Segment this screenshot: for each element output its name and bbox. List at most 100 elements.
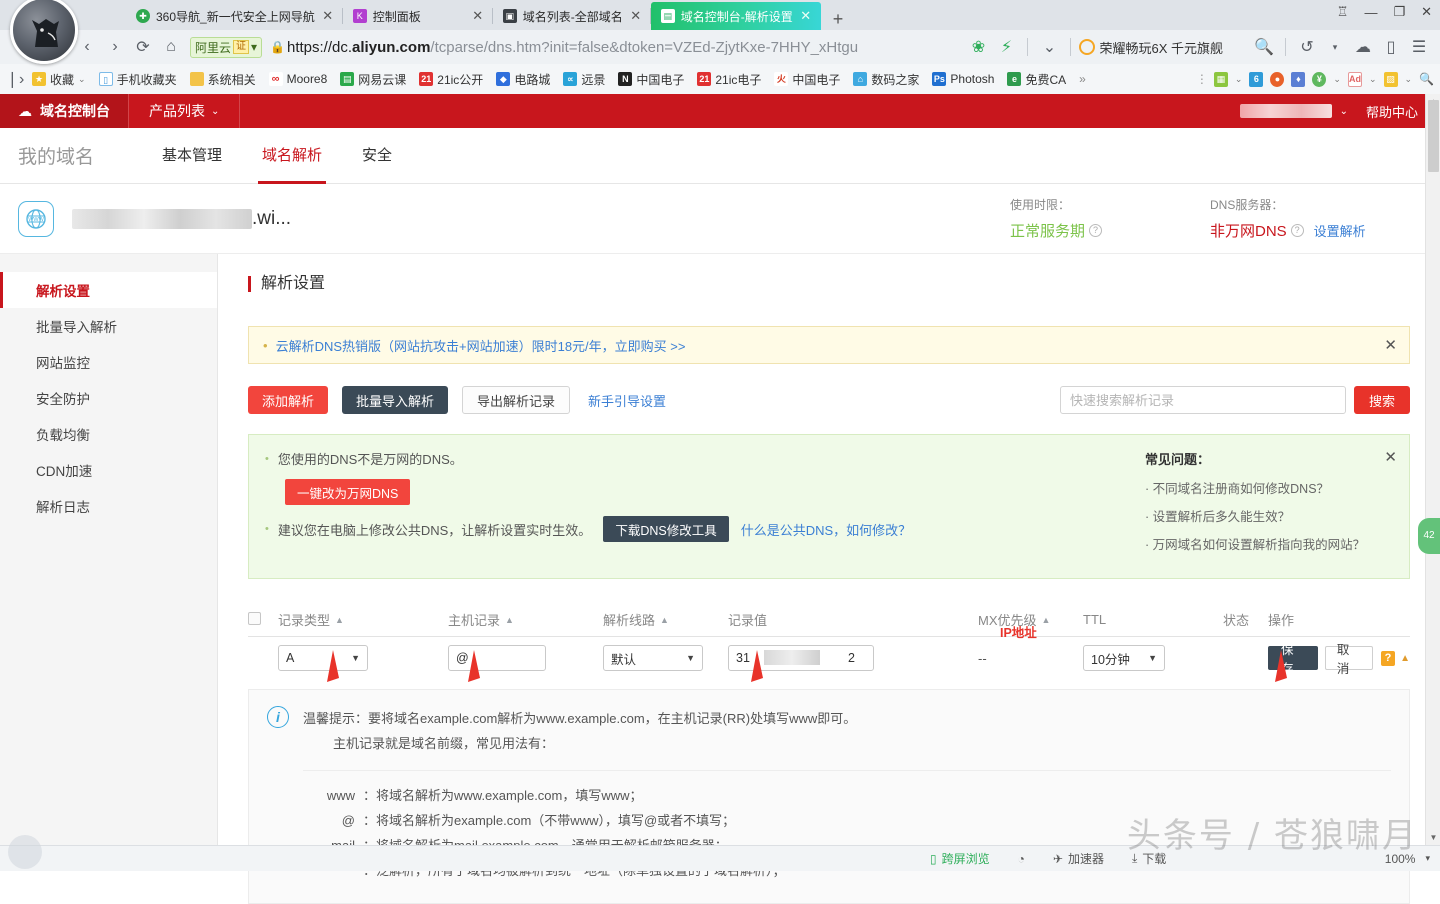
add-record-button[interactable]: 添加解析	[248, 386, 328, 414]
bookmark-item[interactable]: PsPhotosh	[927, 70, 999, 88]
search-input[interactable]	[1060, 386, 1346, 414]
batch-import-button[interactable]: 批量导入解析	[342, 386, 448, 414]
tab-security[interactable]: 安全	[342, 128, 412, 184]
help-badge-icon[interactable]: ?	[1381, 651, 1395, 666]
bookmark-item[interactable]: 火中国电子	[769, 69, 845, 90]
tab-close-icon[interactable]: ✕	[629, 8, 643, 24]
help-icon[interactable]: ?	[1089, 224, 1102, 237]
tab-basic-management[interactable]: 基本管理	[142, 128, 242, 184]
forward-icon[interactable]: ›	[102, 34, 128, 60]
bookmark-item[interactable]: 2121ic公开	[414, 69, 488, 90]
translate-icon[interactable]: ❀	[965, 34, 991, 60]
select-all-checkbox[interactable]	[248, 612, 261, 625]
cancel-button[interactable]: 取消	[1325, 646, 1373, 670]
profile-avatar[interactable]	[10, 0, 78, 64]
th-record-type[interactable]: 记录类型▲	[278, 610, 448, 629]
faq-item[interactable]: · 设置解析后多久能生效？	[1145, 506, 1393, 525]
tab-close-icon[interactable]: ✕	[799, 8, 813, 24]
bookmark-overflow[interactable]: »	[1074, 70, 1091, 88]
export-records-button[interactable]: 导出解析记录	[462, 386, 570, 414]
tab-close-icon[interactable]: ✕	[471, 8, 485, 24]
record-type-select[interactable]: A▼	[278, 645, 368, 671]
home-icon[interactable]: ⌂	[158, 34, 184, 60]
adblock-icon[interactable]: Ad	[1348, 72, 1362, 87]
bookmark-item[interactable]: ∞Moore8	[264, 70, 333, 88]
promo-text[interactable]: 云解析DNS热销版（网站抗攻击+网站加速）限时18元/年，立即购买 >>	[276, 336, 686, 355]
chevron-down-icon[interactable]: ▾	[1322, 34, 1348, 60]
apps-icon[interactable]: ▦	[1214, 72, 1228, 87]
record-value-input[interactable]: 31 2	[728, 645, 874, 671]
close-icon[interactable]: ✕	[1421, 4, 1432, 20]
bookmark-expand-icon[interactable]: ❘›	[6, 66, 24, 92]
what-is-public-dns-link[interactable]: 什么是公共DNS，如何修改？	[741, 520, 911, 539]
sidebar-item-logs[interactable]: 解析日志	[0, 488, 217, 524]
undo-icon[interactable]: ↺	[1294, 34, 1320, 60]
download-dns-tool-button[interactable]: 下载DNS修改工具	[603, 516, 728, 542]
set-resolution-link[interactable]: 设置解析	[1314, 224, 1366, 239]
sidebar-item-load-balance[interactable]: 负载均衡	[0, 416, 217, 452]
shield-ext-icon[interactable]: ¥	[1312, 72, 1326, 87]
search-icon[interactable]: 🔍	[1251, 34, 1277, 60]
cross-screen-browse-button[interactable]: ▯ 跨屏浏览	[930, 850, 990, 867]
help-icon[interactable]: ?	[1291, 224, 1304, 237]
chevron-down-icon[interactable]: ⌄	[1036, 34, 1062, 60]
address-bar[interactable]: https://dc.aliyun.com/tcparse/dns.htm?in…	[287, 39, 963, 56]
mobile-icon[interactable]: ▯	[1378, 34, 1404, 60]
blue-ext-icon[interactable]: 6	[1249, 72, 1263, 87]
product-list-menu[interactable]: 产品列表 ⌄	[128, 94, 240, 128]
search-button[interactable]: 搜索	[1354, 386, 1410, 414]
restore-icon[interactable]: ❐	[1393, 4, 1405, 20]
scrollbar-thumb[interactable]	[1428, 100, 1439, 172]
user-menu[interactable]: ⌄	[1240, 104, 1366, 118]
side-badge[interactable]: 42	[1418, 518, 1440, 554]
chevron-down-icon[interactable]: ⌄	[1369, 74, 1377, 85]
browser-tab[interactable]: ▣ 域名列表-全部域名 ✕	[493, 2, 651, 30]
drag-handle-icon[interactable]: ⋮	[1196, 72, 1207, 86]
chevron-down-icon[interactable]: ⌄	[78, 74, 86, 85]
browser-tab[interactable]: K 控制面板 ✕	[343, 2, 493, 30]
beginner-guide-link[interactable]: 新手引导设置	[588, 391, 666, 410]
history-button[interactable]: ◔	[1018, 852, 1025, 866]
sidebar-item-site-monitor[interactable]: 网站监控	[0, 344, 217, 380]
bookmark-item[interactable]: ∝远景	[558, 69, 610, 90]
line-select[interactable]: 默认▼	[603, 645, 703, 671]
bookmark-item[interactable]: ▤网易云课	[335, 69, 411, 90]
vertical-scrollbar[interactable]: ▲ ▼	[1425, 94, 1440, 845]
cloud-icon[interactable]: ☁	[1350, 34, 1376, 60]
magnifier-icon[interactable]: 🔍	[1419, 72, 1434, 86]
save-button[interactable]: 保存	[1268, 646, 1318, 670]
bookmark-item[interactable]: 系统相关	[185, 69, 261, 90]
menu-icon[interactable]: ☰	[1406, 34, 1432, 60]
shirt-icon[interactable]: ♖	[1337, 4, 1349, 20]
accelerator-button[interactable]: ✈ 加速器	[1053, 850, 1104, 867]
tab-close-icon[interactable]: ✕	[321, 8, 335, 24]
site-badge[interactable]: 阿里云 证 ▾	[190, 37, 262, 58]
faq-item[interactable]: · 不同域名注册商如何修改DNS？	[1145, 478, 1393, 497]
chevron-down-icon[interactable]: ▾	[251, 40, 257, 54]
orange-ext-icon[interactable]: ●	[1270, 72, 1284, 87]
capture-icon[interactable]: ▨	[1384, 72, 1398, 87]
sidebar-item-batch-import[interactable]: 批量导入解析	[0, 308, 217, 344]
host-record-input[interactable]	[448, 645, 546, 671]
th-host-record[interactable]: 主机记录▲	[448, 610, 603, 629]
bookmark-item[interactable]: ▯手机收藏夹	[94, 69, 182, 90]
chevron-down-icon[interactable]: ⌄	[1405, 74, 1413, 85]
browser-tab-active[interactable]: ▤ 域名控制台-解析设置 ✕	[651, 2, 821, 30]
lightning-icon[interactable]: ⚡	[993, 34, 1019, 60]
back-icon[interactable]: ‹	[74, 34, 100, 60]
new-tab-button[interactable]: +	[821, 10, 854, 30]
chevron-down-icon[interactable]: ⌄	[1235, 74, 1243, 85]
browser-search-box[interactable]: 荣耀畅玩6X 千元旗舰	[1079, 38, 1223, 57]
browser-tab[interactable]: ✚ 360导航_新一代安全上网导航 ✕	[126, 2, 343, 30]
close-icon[interactable]: ✕	[1384, 448, 1397, 466]
sidebar-item-cdn[interactable]: CDN加速	[0, 452, 217, 488]
bookmark-item[interactable]: e免费CA	[1002, 69, 1071, 90]
reload-icon[interactable]: ⟳	[130, 34, 156, 60]
th-line[interactable]: 解析线路▲	[603, 610, 728, 629]
bookmark-item[interactable]: ◆电路城	[491, 69, 555, 90]
bookmark-item[interactable]: 2121ic电子	[692, 69, 766, 90]
ttl-select[interactable]: 10分钟▼	[1083, 645, 1165, 671]
switch-to-wanwang-dns-button[interactable]: 一键改为万网DNS	[285, 479, 410, 505]
bookmark-item[interactable]: ★收藏⌄	[27, 69, 91, 90]
purple-ext-icon[interactable]: ♦	[1291, 72, 1305, 87]
